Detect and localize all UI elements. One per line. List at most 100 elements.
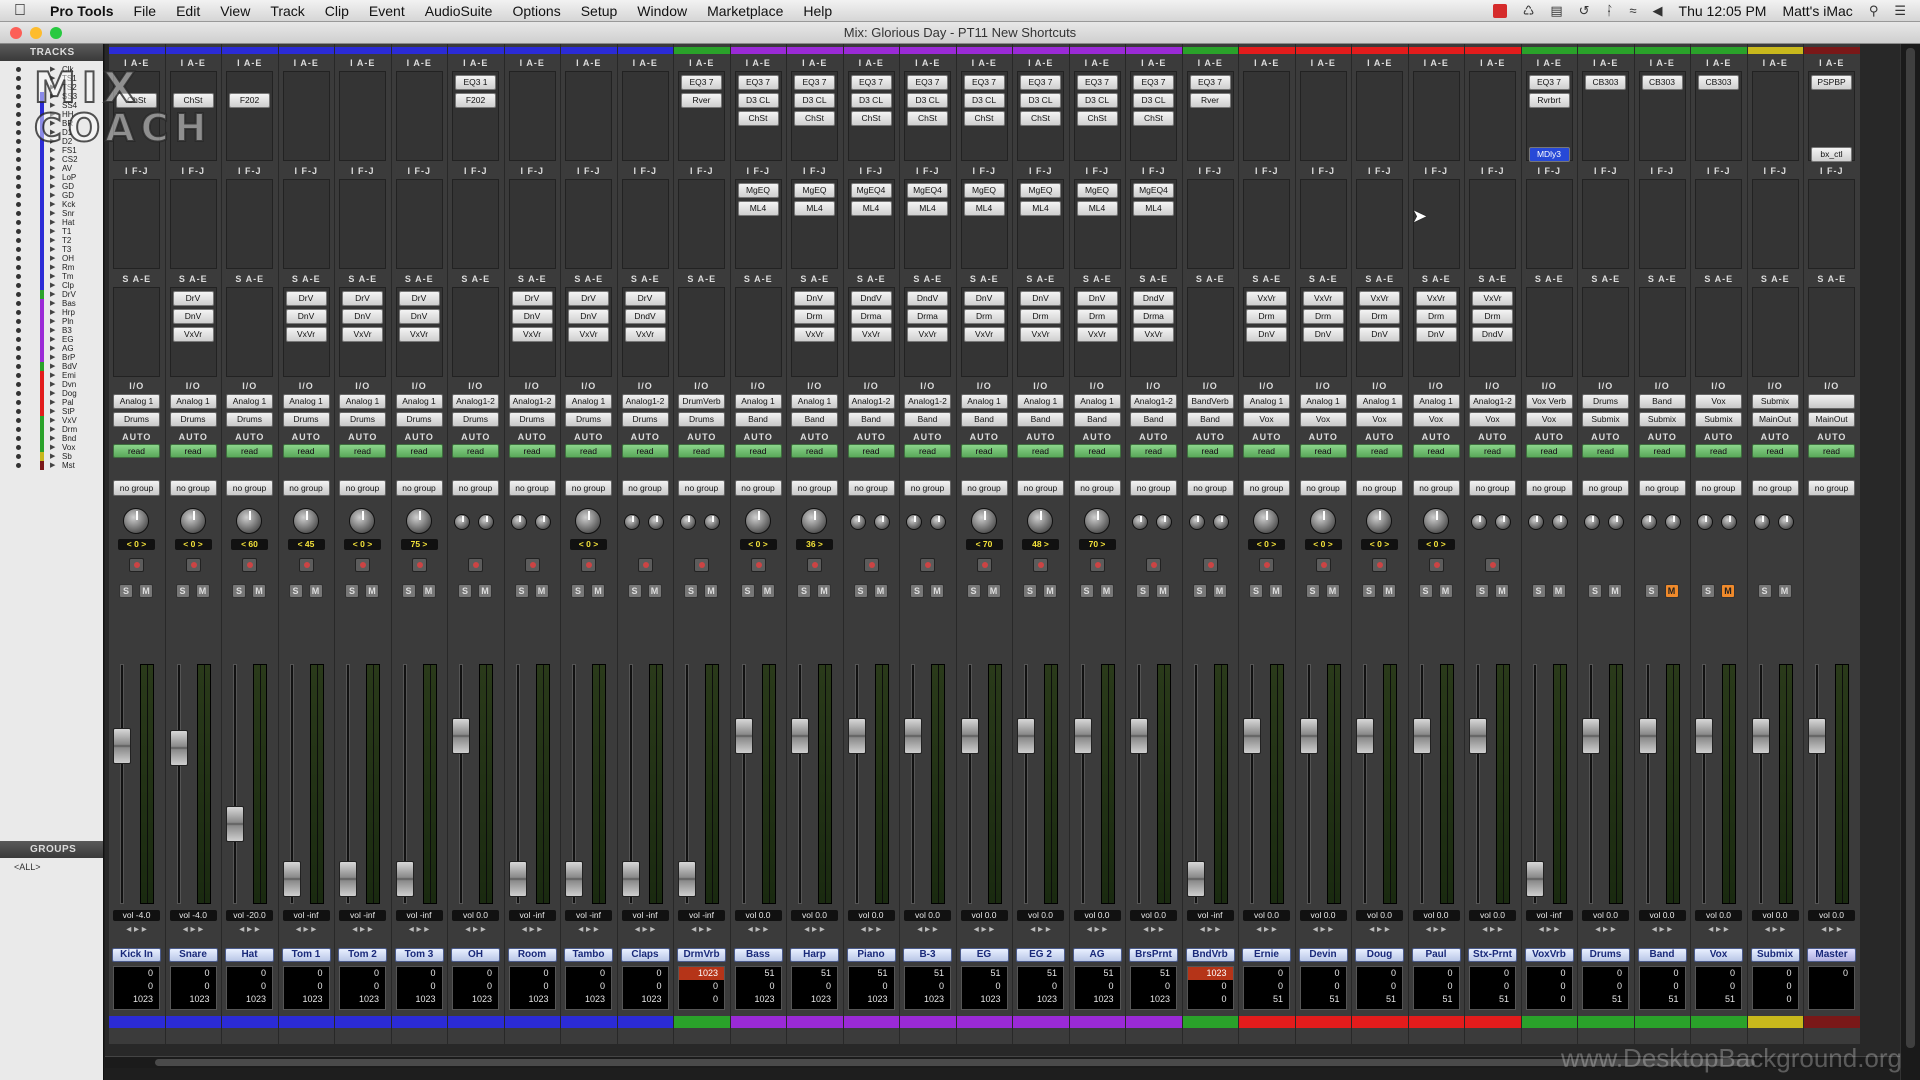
input-selector[interactable]: Analog 1 <box>960 394 1008 409</box>
record-enable-button[interactable] <box>1372 558 1387 572</box>
pan-knob[interactable] <box>1527 514 1544 530</box>
output-selector[interactable]: Band <box>734 412 782 427</box>
insert-slot[interactable]: ChSt <box>963 111 1005 126</box>
insert-slot[interactable] <box>116 255 157 270</box>
send-slot[interactable]: Drm <box>1302 309 1344 324</box>
insert-slot[interactable] <box>116 75 157 90</box>
insert-slot[interactable] <box>1698 111 1739 126</box>
insert-slot[interactable] <box>1585 237 1626 252</box>
send-slot[interactable]: VxVr <box>1133 327 1174 342</box>
insert-slot[interactable] <box>681 237 722 252</box>
solo-button[interactable]: S <box>401 584 416 598</box>
track-list-item[interactable]: ▶ Tm <box>0 272 103 281</box>
pan-knob[interactable] <box>575 508 601 534</box>
insert-slot[interactable] <box>116 237 157 252</box>
menu-clip[interactable]: Clip <box>315 3 359 19</box>
send-slot[interactable] <box>1755 363 1796 378</box>
insert-slot[interactable] <box>512 75 553 90</box>
record-enable-button[interactable] <box>1315 558 1331 572</box>
input-selector[interactable]: Analog 1 <box>1412 394 1460 409</box>
send-slot[interactable]: DnV <box>963 291 1005 306</box>
group-selector[interactable]: no group <box>1695 480 1742 496</box>
insert-slot[interactable] <box>1020 129 1061 144</box>
insert-slot[interactable] <box>1190 111 1231 126</box>
output-selector[interactable]: Vox <box>1412 412 1460 427</box>
insert-slot[interactable] <box>964 219 1005 234</box>
send-slot[interactable] <box>1642 309 1683 324</box>
track-nav-arrows[interactable]: ◂ ▸ ▸ <box>1243 924 1290 936</box>
pan-knob[interactable] <box>534 514 551 530</box>
pan-knob[interactable] <box>801 508 827 534</box>
insert-slot[interactable] <box>568 111 609 126</box>
track-list-item[interactable]: ▶ BrP <box>0 353 103 362</box>
insert-slot[interactable]: MDly3 <box>1528 147 1570 162</box>
send-slot[interactable] <box>1190 327 1231 342</box>
group-selector[interactable]: no group <box>621 480 669 496</box>
send-slot[interactable]: VxVr <box>1246 291 1287 306</box>
insert-slot[interactable] <box>1246 255 1287 270</box>
group-selector[interactable]: no group <box>1751 480 1799 496</box>
mute-button[interactable]: M <box>1382 584 1396 598</box>
insert-slot[interactable] <box>342 111 383 126</box>
track-name-button[interactable]: Kick In <box>112 948 161 962</box>
send-slot[interactable] <box>1359 345 1400 360</box>
pan-knob[interactable] <box>510 514 527 530</box>
group-selector[interactable]: no group <box>1299 480 1347 496</box>
send-slot[interactable]: VxVr <box>511 327 553 342</box>
insert-slot[interactable] <box>1755 93 1796 108</box>
insert-slot[interactable]: ChSt <box>737 111 779 126</box>
insert-slot[interactable]: D3 CL <box>907 93 948 108</box>
send-slot[interactable]: DndV <box>850 291 892 306</box>
track-nav-arrows[interactable]: ◂ ▸ ▸ <box>396 924 443 936</box>
send-slot[interactable] <box>1133 345 1174 360</box>
record-enable-button[interactable] <box>807 558 822 572</box>
input-selector[interactable] <box>1808 394 1855 409</box>
mute-button[interactable]: M <box>1438 584 1453 598</box>
insert-slot[interactable] <box>455 129 496 144</box>
insert-slot[interactable] <box>1472 237 1513 252</box>
mute-button[interactable]: M <box>873 584 888 598</box>
insert-slot[interactable] <box>1755 111 1796 126</box>
send-slot[interactable]: DndV <box>1472 327 1513 342</box>
insert-slot[interactable] <box>681 201 722 216</box>
record-enable-button[interactable] <box>1259 558 1274 572</box>
track-list-item[interactable]: ▶ BdV <box>0 362 103 371</box>
insert-slot[interactable] <box>1416 75 1457 90</box>
insert-slot[interactable] <box>1303 75 1344 90</box>
insert-slot[interactable] <box>1077 129 1118 144</box>
send-slot[interactable]: DnV <box>1302 327 1344 342</box>
insert-slot[interactable] <box>1190 183 1231 198</box>
track-show-dot-icon[interactable] <box>16 211 21 216</box>
track-list-item[interactable]: ▶ GD <box>0 182 103 191</box>
send-slot[interactable] <box>738 345 779 360</box>
insert-slot[interactable] <box>342 237 383 252</box>
automation-mode-selector[interactable]: read <box>1412 444 1460 458</box>
send-slot[interactable] <box>1246 345 1287 360</box>
insert-slot[interactable] <box>342 129 383 144</box>
send-slot[interactable] <box>173 363 214 378</box>
send-slot[interactable] <box>1529 363 1570 378</box>
insert-slot[interactable] <box>568 201 609 216</box>
track-show-dot-icon[interactable] <box>16 76 21 81</box>
pan-knob[interactable] <box>1132 514 1148 530</box>
track-name-button[interactable]: Bass <box>733 948 783 962</box>
output-selector[interactable]: Drums <box>226 412 273 427</box>
insert-slot[interactable]: EQ3 7 <box>737 75 779 90</box>
insert-slot[interactable] <box>1359 129 1400 144</box>
send-slot[interactable]: DnV <box>285 309 327 324</box>
group-selector[interactable]: no group <box>1638 480 1686 496</box>
automation-mode-selector[interactable]: read <box>339 444 386 458</box>
track-list-item[interactable]: ▶ Vox <box>0 443 103 452</box>
minimize-window-button[interactable] <box>30 26 42 39</box>
send-slot[interactable]: DnV <box>342 309 383 324</box>
insert-slot[interactable] <box>1755 255 1796 270</box>
insert-slot[interactable] <box>116 129 157 144</box>
output-selector[interactable]: Vox <box>1469 412 1516 427</box>
track-list-item[interactable]: ▶ Hat <box>0 218 103 227</box>
send-slot[interactable] <box>851 345 892 360</box>
disclosure-triangle-icon[interactable]: ▶ <box>50 380 55 389</box>
send-slot[interactable] <box>1020 345 1061 360</box>
mute-button[interactable]: M <box>421 584 436 598</box>
insert-slot[interactable] <box>1811 129 1852 144</box>
vertical-scrollbar[interactable] <box>1900 44 1920 1080</box>
